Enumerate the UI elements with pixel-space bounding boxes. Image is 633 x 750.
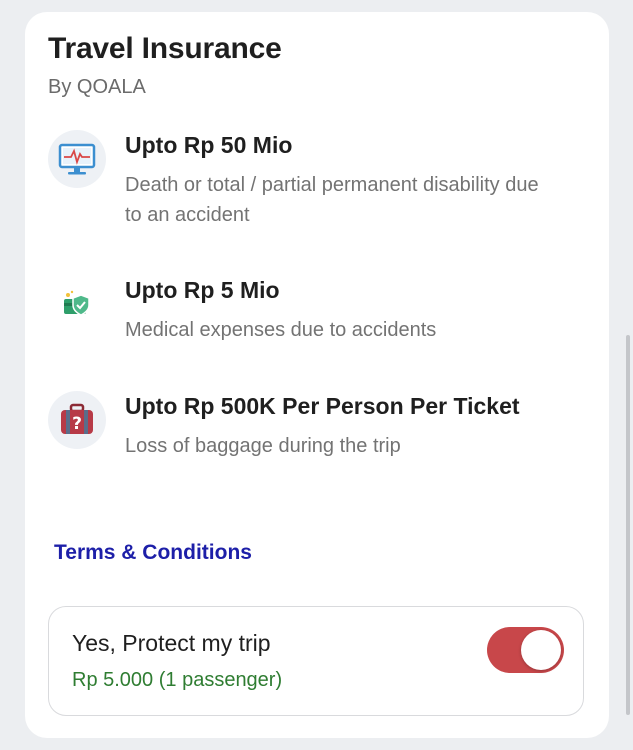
benefit-description: Loss of baggage during the trip — [125, 435, 401, 457]
protect-trip-label: Yes, Protect my trip — [72, 630, 271, 656]
card-title: Travel Insurance — [48, 32, 282, 65]
lost-baggage-icon: ? — [48, 391, 106, 449]
benefit-heading: Upto Rp 50 Mio — [125, 132, 293, 158]
benefit-heading: Upto Rp 500K Per Person Per Ticket — [125, 393, 520, 419]
insurance-card: Travel Insurance By QOALA Upto Rp 50 Mio… — [25, 12, 609, 738]
monitor-heartbeat-icon — [48, 130, 106, 188]
scrollbar[interactable] — [626, 335, 630, 715]
toggle-knob — [521, 630, 561, 670]
medical-card-shield-icon — [48, 275, 106, 333]
protect-trip-toggle[interactable] — [487, 627, 564, 673]
terms-conditions-link[interactable]: Terms & Conditions — [54, 541, 252, 565]
protect-trip-option[interactable]: Yes, Protect my trip Rp 5.000 (1 passeng… — [48, 606, 584, 716]
insurance-price: Rp 5.000 (1 passenger) — [72, 669, 283, 691]
benefit-description: Medical expenses due to accidents — [125, 319, 437, 341]
benefit-heading: Upto Rp 5 Mio — [125, 277, 280, 303]
svg-text:?: ? — [72, 414, 82, 434]
benefit-description: Death or total / partial permanent disab… — [125, 174, 539, 226]
provider-label: By QOALA — [48, 76, 146, 98]
